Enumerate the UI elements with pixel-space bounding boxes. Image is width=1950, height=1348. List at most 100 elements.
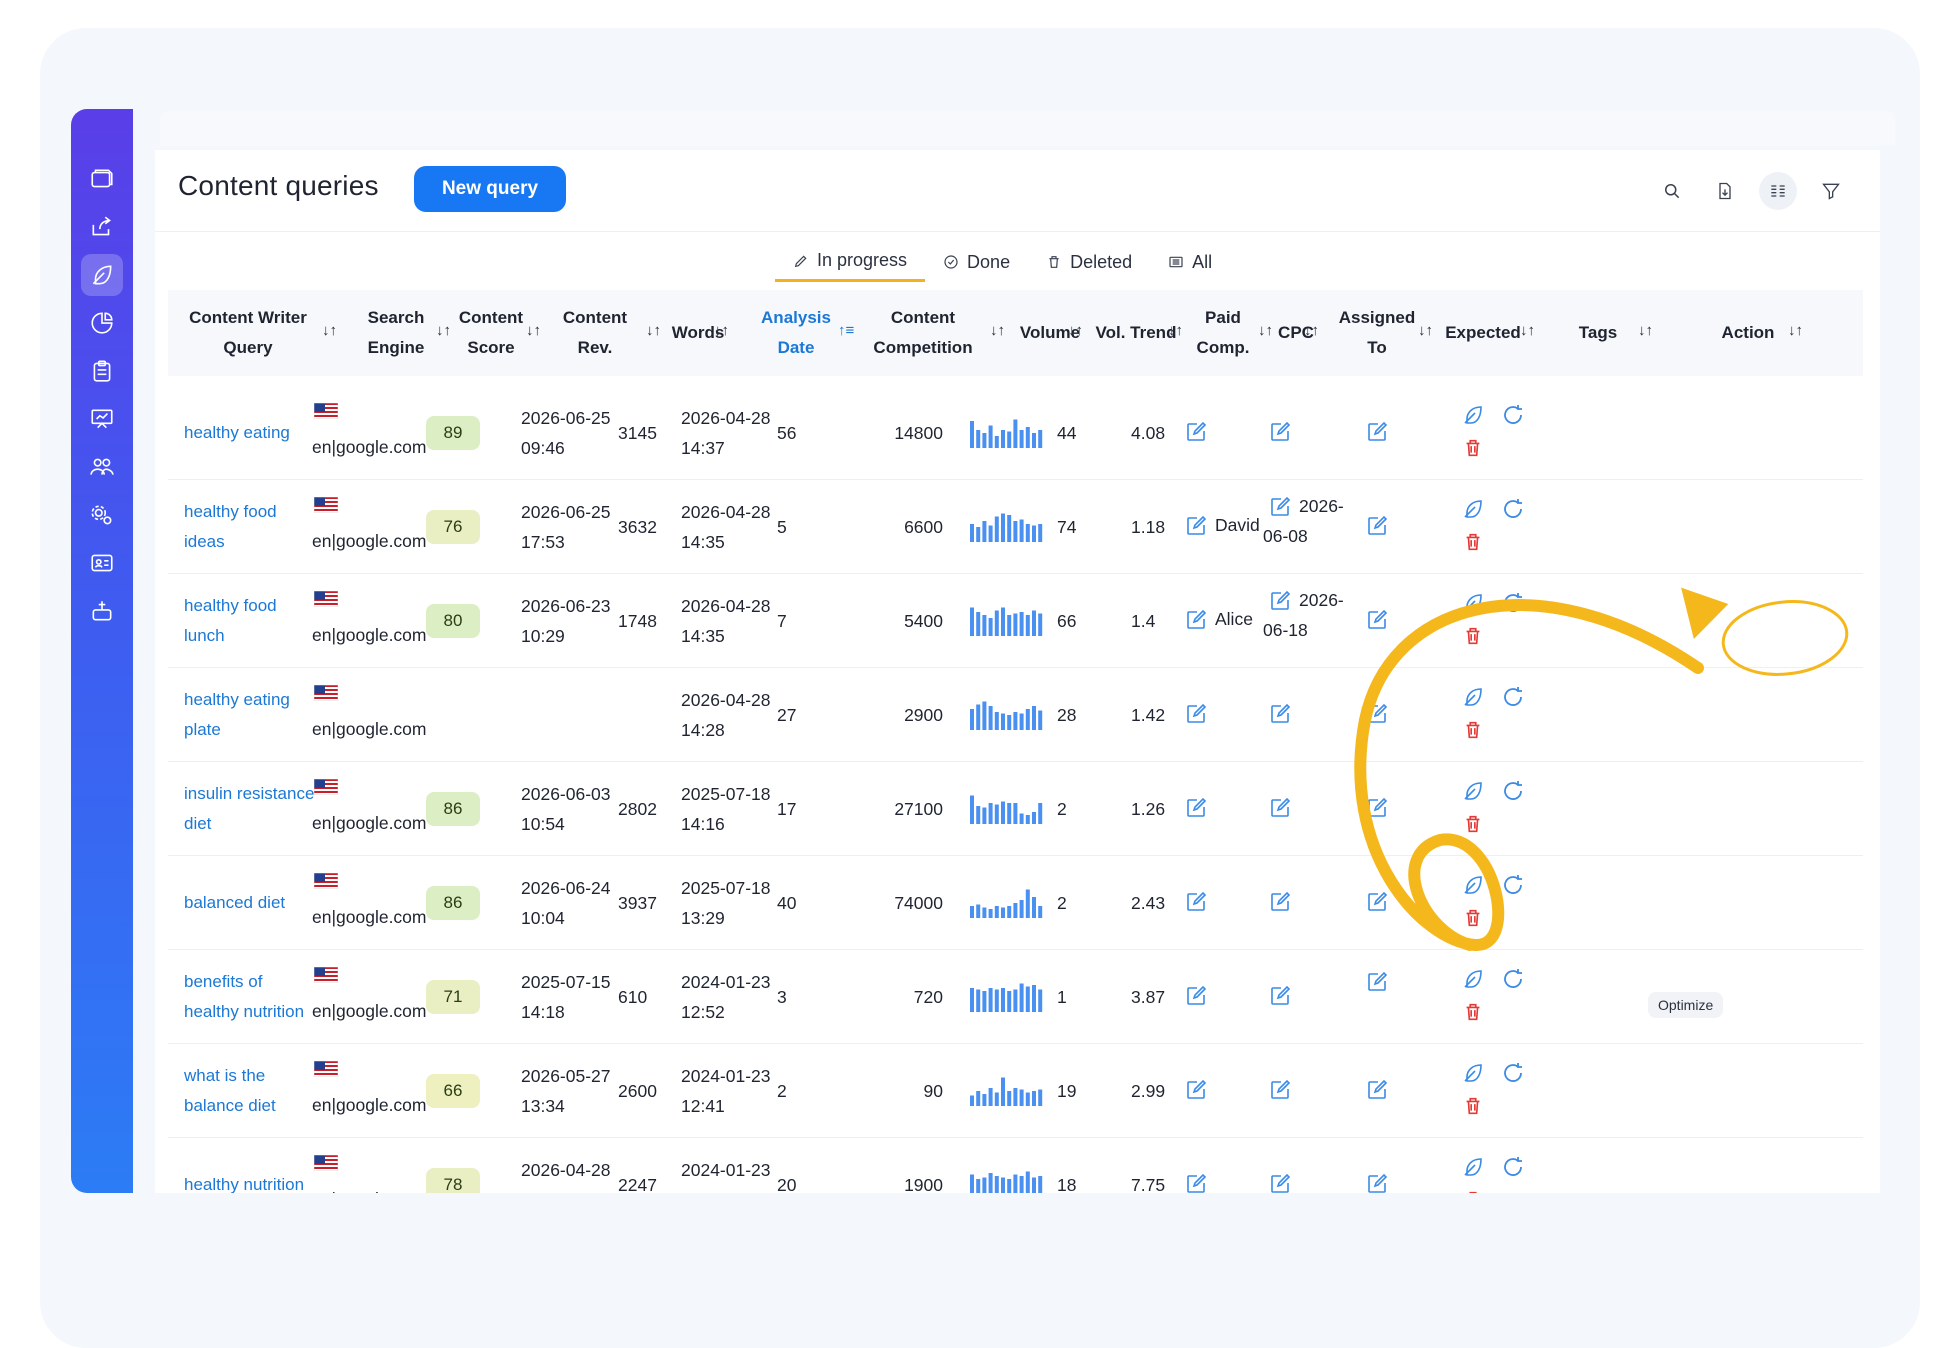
tags-edit-icon[interactable] <box>1365 420 1389 444</box>
column-header-content-competition[interactable]: Content Competition <box>858 290 988 376</box>
tab-done[interactable]: Done <box>925 242 1028 282</box>
refresh-icon[interactable] <box>1501 1155 1525 1179</box>
delete-icon[interactable] <box>1462 625 1486 649</box>
tags-edit-icon[interactable] <box>1365 890 1389 914</box>
column-header-tags[interactable]: Tags <box>1568 290 1628 376</box>
optimize-icon[interactable] <box>1461 967 1485 991</box>
delete-icon[interactable] <box>1462 907 1486 931</box>
refresh-icon[interactable] <box>1501 873 1525 897</box>
sort-icon[interactable]: ↓↑ <box>322 322 337 339</box>
tags-edit-icon[interactable] <box>1365 514 1389 538</box>
tags-edit-icon[interactable] <box>1365 1078 1389 1102</box>
delete-icon[interactable] <box>1462 437 1486 461</box>
refresh-icon[interactable] <box>1501 497 1525 521</box>
optimize-icon[interactable] <box>1461 1061 1485 1085</box>
column-header-assigned-to[interactable]: Assigned To <box>1332 290 1422 376</box>
sort-icon[interactable]: ↓↑ <box>526 322 541 339</box>
column-view-button[interactable] <box>1759 172 1797 210</box>
tab-all[interactable]: All <box>1150 242 1230 282</box>
table-row: healthy food ideas en|google.com 76 2026-06-… <box>168 480 1863 574</box>
optimize-icon[interactable] <box>1461 685 1485 709</box>
new-query-button[interactable]: New query <box>414 166 566 212</box>
filter-button[interactable] <box>1812 172 1850 210</box>
sort-icon[interactable]: ↓↑ <box>1788 322 1803 339</box>
sort-icon[interactable]: ↓↑ <box>1638 322 1653 339</box>
expected-edit-icon[interactable] <box>1268 984 1292 1008</box>
delete-icon[interactable] <box>1462 1189 1486 1193</box>
sidebar-item-analytics[interactable] <box>81 302 123 344</box>
refresh-icon[interactable] <box>1501 967 1525 991</box>
sidebar-item-team[interactable] <box>81 446 123 488</box>
refresh-icon[interactable] <box>1501 685 1525 709</box>
optimize-icon[interactable] <box>1461 497 1485 521</box>
expected-edit-icon[interactable] <box>1268 796 1292 820</box>
search-button[interactable] <box>1653 172 1691 210</box>
refresh-icon[interactable] <box>1501 403 1525 427</box>
sidebar-item-reports[interactable] <box>81 350 123 392</box>
refresh-icon[interactable] <box>1501 591 1525 615</box>
optimize-icon[interactable] <box>1461 591 1485 615</box>
optimize-icon[interactable] <box>1461 779 1485 803</box>
tags-edit-icon[interactable] <box>1365 702 1389 726</box>
refresh-icon[interactable] <box>1501 1061 1525 1085</box>
tags-edit-icon[interactable] <box>1365 608 1389 632</box>
sidebar-item-settings[interactable] <box>81 494 123 536</box>
column-header-query[interactable]: Content Writer Query <box>178 290 318 376</box>
expected-edit-icon[interactable] <box>1268 420 1292 444</box>
optimize-icon[interactable] <box>1461 403 1485 427</box>
sort-icon[interactable]: ↓↑ <box>1304 322 1319 339</box>
delete-icon[interactable] <box>1462 719 1486 743</box>
tab-deleted[interactable]: Deleted <box>1028 242 1150 282</box>
sort-icon[interactable]: ↓↑ <box>646 322 661 339</box>
delete-icon[interactable] <box>1462 1001 1486 1025</box>
column-header-action[interactable]: Action <box>1708 290 1788 376</box>
assign-edit-icon[interactable] <box>1184 796 1208 820</box>
trend-bar <box>1013 1088 1018 1106</box>
expected-edit-icon[interactable] <box>1268 890 1292 914</box>
expected-edit-icon[interactable] <box>1268 702 1292 726</box>
sidebar-item-share[interactable] <box>81 206 123 248</box>
delete-icon[interactable] <box>1462 531 1486 555</box>
sort-icon[interactable]: ↓↑ <box>990 322 1005 339</box>
tags-edit-icon[interactable] <box>1365 970 1389 994</box>
assign-edit-icon[interactable] <box>1184 608 1208 632</box>
expected-edit-icon[interactable] <box>1268 1078 1292 1102</box>
column-header-content-score[interactable]: Content Score <box>456 290 526 376</box>
export-button[interactable] <box>1706 172 1744 210</box>
column-header-paid-comp[interactable]: Paid Comp. <box>1188 290 1258 376</box>
tags-edit-icon[interactable] <box>1365 796 1389 820</box>
optimize-icon[interactable] <box>1461 873 1485 897</box>
assign-edit-icon[interactable] <box>1184 702 1208 726</box>
sort-icon[interactable]: ↓↑ <box>1258 322 1273 339</box>
column-header-content-rev[interactable]: Content Rev. <box>556 290 634 376</box>
sort-icon[interactable]: ↓↑ <box>1068 322 1083 339</box>
refresh-icon[interactable] <box>1501 779 1525 803</box>
assign-edit-icon[interactable] <box>1184 420 1208 444</box>
sort-icon[interactable]: ↓↑ <box>436 322 451 339</box>
sort-active-icon[interactable]: ↑≡ <box>838 322 854 339</box>
assign-edit-icon[interactable] <box>1184 1078 1208 1102</box>
sort-icon[interactable]: ↓↑ <box>1418 322 1433 339</box>
sidebar-item-folders[interactable] <box>81 158 123 200</box>
delete-icon[interactable] <box>1462 1095 1486 1119</box>
sidebar-item-contacts[interactable] <box>81 542 123 584</box>
sort-icon[interactable]: ↓↑ <box>714 322 729 339</box>
assign-edit-icon[interactable] <box>1184 890 1208 914</box>
trend-bar <box>994 989 999 1012</box>
sidebar-item-integrations[interactable] <box>81 590 123 632</box>
sort-icon[interactable]: ↓↑ <box>1168 322 1183 339</box>
sort-icon[interactable]: ↓↑ <box>1520 322 1535 339</box>
tab-in-progress[interactable]: In progress <box>775 242 926 282</box>
assign-edit-icon[interactable] <box>1184 1172 1208 1193</box>
tags-edit-icon[interactable] <box>1365 1172 1389 1193</box>
optimize-icon[interactable] <box>1461 1155 1485 1179</box>
expected-edit-icon[interactable] <box>1268 1172 1292 1193</box>
assign-edit-icon[interactable] <box>1184 984 1208 1008</box>
column-header-analysis-date[interactable]: Analysis Date <box>746 290 846 376</box>
sidebar-item-presentation[interactable] <box>81 398 123 440</box>
sidebar-item-content-writer[interactable] <box>81 254 123 296</box>
search-volume: 2900 <box>904 705 943 725</box>
column-header-expected[interactable]: Expected <box>1438 290 1528 376</box>
delete-icon[interactable] <box>1462 813 1486 837</box>
assign-edit-icon[interactable] <box>1184 514 1208 538</box>
